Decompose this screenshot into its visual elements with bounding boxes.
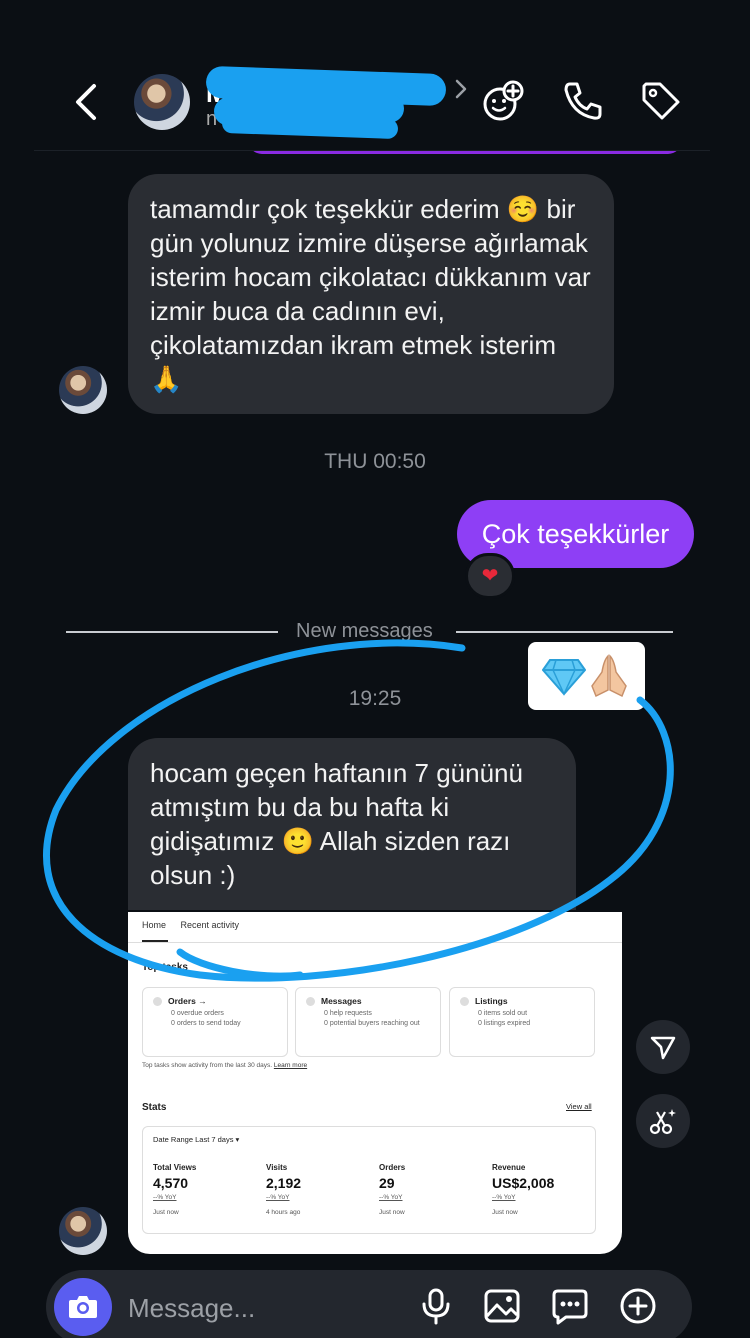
contact-avatar[interactable] [134, 74, 190, 130]
stat-value: 29 [379, 1175, 395, 1191]
stats-heading: Stats [142, 1102, 167, 1113]
chevron-right-icon [455, 79, 467, 99]
messages-icon [306, 997, 315, 1007]
top-tasks-heading: Top tasks [142, 962, 188, 973]
task-line: 0 potential buyers reaching out [324, 1020, 420, 1028]
gem-icon [542, 659, 586, 696]
message-composer [46, 1270, 692, 1338]
view-all-link: View all [566, 1102, 592, 1111]
stat-visits: Visits 2,192 --% YoY 4 hours ago [266, 1163, 376, 1216]
stat-value: 2,192 [266, 1175, 302, 1191]
new-messages-label: New messages [296, 620, 433, 642]
incoming-message-bubble[interactable]: hocam geçen haftanın 7 gününü atmıştım b… [128, 738, 576, 910]
stat-updated: Just now [379, 1209, 405, 1216]
new-messages-divider-right [456, 631, 673, 633]
tabs-divider [128, 942, 622, 943]
task-line: 0 overdue orders [171, 1010, 224, 1018]
task-card-listings: Listings 0 items sold out 0 listings exp… [449, 987, 595, 1057]
task-card-messages: Messages 0 help requests 0 potential buy… [295, 987, 441, 1057]
task-line: 0 listings expired [478, 1020, 531, 1028]
scissors-sparkle-icon [649, 1109, 676, 1135]
task-line: 0 items sold out [478, 1010, 528, 1018]
add-plus-icon[interactable] [618, 1286, 658, 1326]
tasks-footnote: Top tasks show activity from the last 30… [142, 1062, 307, 1069]
back-arrow-icon[interactable] [68, 80, 108, 124]
stat-total-views: Total Views 4,570 --% YoY Just now [153, 1163, 263, 1216]
stat-label: Visits [266, 1163, 288, 1172]
message-timestamp: THU 00:50 [324, 450, 426, 473]
tag-label-icon[interactable] [638, 78, 684, 124]
edit-image-button[interactable] [636, 1094, 690, 1148]
learn-more-link: Learn more [273, 1062, 308, 1069]
stat-yoy: --% YoY [379, 1194, 403, 1201]
attached-screenshot-image[interactable]: Home Recent activity Top tasks Orders → … [128, 912, 622, 1254]
footnote-text: Top tasks show activity from the last 30… [142, 1062, 273, 1069]
stat-label: Revenue [492, 1163, 526, 1172]
microphone-icon[interactable] [416, 1286, 456, 1326]
listings-icon [460, 997, 469, 1007]
task-title: Orders → [168, 996, 207, 1006]
stat-yoy: --% YoY [153, 1194, 177, 1201]
task-title: Messages [321, 996, 362, 1006]
phone-call-icon[interactable] [560, 78, 606, 124]
orders-icon [153, 997, 162, 1007]
send-icon [650, 1036, 676, 1060]
screenshot-tab-recent: Recent activity [180, 920, 240, 930]
stat-label: Orders [379, 1163, 406, 1172]
add-effect-icon[interactable] [480, 78, 526, 124]
stat-value: US$2,008 [492, 1175, 555, 1191]
screenshot-tab-home: Home [142, 920, 167, 930]
task-line: 0 help requests [324, 1010, 372, 1018]
stat-updated: Just now [492, 1209, 518, 1216]
stat-revenue: Revenue US$2,008 --% YoY Just now [492, 1163, 602, 1216]
stats-panel: Date Range Last 7 days ▾ Total Views 4,5… [142, 1126, 596, 1234]
stat-updated: 4 hours ago [266, 1209, 301, 1216]
stat-updated: Just now [153, 1209, 179, 1216]
emoji-sticker [528, 642, 645, 710]
header-divider [34, 150, 710, 151]
stat-yoy: --% YoY [266, 1194, 290, 1201]
camera-button[interactable] [54, 1278, 112, 1336]
message-input[interactable] [128, 1288, 408, 1328]
sticker-chat-icon[interactable] [550, 1286, 590, 1326]
stat-value: 4,570 [153, 1175, 189, 1191]
task-line: 0 orders to send today [171, 1020, 241, 1028]
camera-icon [69, 1296, 97, 1318]
stat-yoy: --% YoY [492, 1194, 516, 1201]
task-title: Listings [475, 996, 508, 1006]
share-button[interactable] [636, 1020, 690, 1074]
praying-hands-icon [591, 654, 627, 698]
gallery-icon[interactable] [482, 1286, 522, 1326]
task-card-orders: Orders → 0 overdue orders 0 orders to se… [142, 987, 288, 1057]
incoming-message-bubble[interactable]: tamamdır çok teşekkür ederim ☺️ bir gün … [128, 174, 614, 414]
new-messages-divider-left [66, 631, 278, 633]
sender-avatar[interactable] [59, 366, 107, 414]
chat-header: M n [0, 0, 750, 150]
sender-avatar[interactable] [59, 1207, 107, 1255]
date-range-selector: Date Range Last 7 days ▾ [153, 1135, 240, 1144]
stat-label: Total Views [153, 1163, 197, 1172]
heart-reaction-icon[interactable]: ❤ [465, 553, 515, 599]
screenshot-tabs: Home Recent activity [142, 920, 251, 930]
stat-orders: Orders 29 --% YoY Just now [379, 1163, 489, 1216]
